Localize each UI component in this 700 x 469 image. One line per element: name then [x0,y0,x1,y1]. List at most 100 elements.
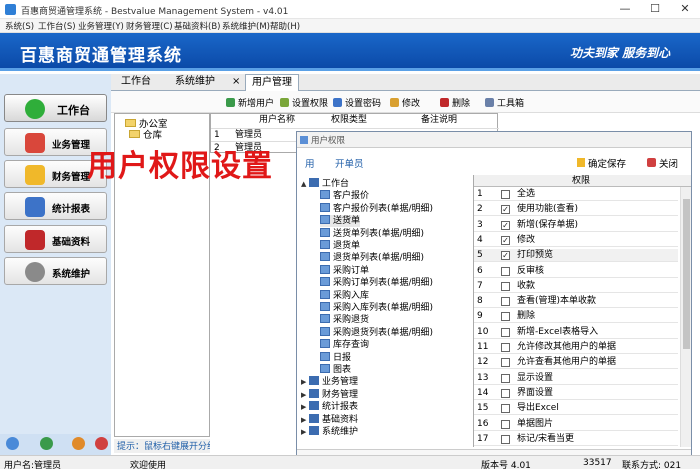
close-dialog-button[interactable]: 关闭 [647,156,678,170]
permission-row[interactable]: 9 删除 [474,310,678,324]
expand-icon[interactable]: ▶ [301,426,309,438]
expand-icon[interactable]: ▶ [301,414,309,426]
confirm-save-button[interactable]: 确定保存 [577,156,626,170]
permission-tree-node[interactable]: ▶ 统计报表 [301,401,358,413]
permission-row[interactable]: 15 导出Excel [474,402,678,416]
permission-checkbox[interactable] [501,388,510,398]
permission-checkbox[interactable] [501,327,510,337]
permission-checkbox[interactable] [501,312,510,322]
permission-tree-node[interactable]: 客户报价 [320,190,369,202]
permission-checkbox[interactable] [501,190,510,199]
menu-system[interactable]: 系统(S) [5,20,34,32]
permission-row[interactable]: 5 ✓ 打印预览 [474,249,678,263]
permission-row[interactable]: 4 ✓ 修改 [474,234,678,247]
permission-checkbox[interactable]: ✓ [501,251,510,261]
set-password-button[interactable]: 设置密码 [333,96,381,109]
permission-checkbox[interactable] [501,281,510,291]
expand-icon[interactable]: ▶ [301,401,309,413]
add-user-button[interactable]: 新增用户 [226,96,274,109]
nav-reports[interactable]: 统计报表 [4,192,107,220]
permission-tree-node[interactable]: 采购退货 [320,314,369,326]
col-header[interactable]: 备注说明 [421,114,457,127]
nav-basic-data[interactable]: 基础资料 [4,225,107,253]
permission-tree-node[interactable]: 退货单 [320,240,360,252]
home-icon[interactable] [6,437,19,450]
permission-tree-node[interactable]: 日报 [320,351,351,364]
col-header[interactable]: 用户名称 [259,114,295,127]
permission-tree-node[interactable]: 客户报价列表(单据/明细) [320,202,433,215]
scrollbar-thumb[interactable] [683,199,690,349]
permission-checkbox[interactable] [501,297,510,307]
tree-node-warehouse[interactable]: 仓库 [129,127,162,141]
permission-checkbox[interactable] [501,404,510,414]
col-header[interactable]: 权限类型 [331,114,367,127]
expand-icon[interactable]: ▶ [301,376,309,388]
permission-row[interactable]: 14 界面设置 [474,387,678,400]
permission-checkbox[interactable]: ✓ [501,220,510,230]
permission-row[interactable]: 7 收款 [474,280,678,293]
permission-tree-node[interactable]: 退货单列表(单据/明细) [320,252,424,264]
permission-row[interactable]: 11 允许修改其他用户的单据 [474,341,678,354]
permission-tree-node[interactable]: 采购订单 [320,264,369,277]
permission-checkbox[interactable] [501,266,510,276]
permission-tree-node[interactable]: 图表 [320,364,351,376]
permission-row[interactable]: 3 ✓ 新增(保存单据) [474,219,678,232]
menu-maintenance[interactable]: 系统维护(M) [222,20,270,32]
permission-checkbox[interactable]: ✓ [501,235,510,245]
permission-row[interactable]: 10 新增-Excel表格导入 [474,326,678,339]
menu-finance[interactable]: 财务管理(C) [126,20,173,32]
permission-tree-node[interactable]: 送货单列表(单据/明细) [320,227,424,240]
tab-workbench[interactable]: 工作台 [121,74,151,91]
permission-tree-node[interactable]: ▶ 业务管理 [301,376,358,388]
delete-button[interactable]: 删除 [440,96,470,109]
permission-row[interactable]: 1 全选 [474,188,678,201]
tab-maintenance[interactable]: 系统维护 [175,74,215,91]
permission-checkbox[interactable] [501,343,510,352]
permission-row[interactable]: 6 反审核 [474,265,678,278]
permission-tree-node[interactable]: 采购入库 [320,289,369,302]
permission-tree-node[interactable]: 送货单 [320,215,361,228]
permission-tree-node[interactable]: ▶ 基础资料 [301,413,358,426]
permission-row[interactable]: 8 查看(管理)本单收款 [474,295,678,309]
expand-icon[interactable]: ▶ [301,389,309,401]
permission-checkbox[interactable] [501,434,510,444]
permission-row[interactable]: 2 ✓ 使用功能(查看) [474,203,678,217]
menu-workbench[interactable]: 工作台(S) [38,20,76,32]
perm-col-header[interactable]: 权限 [572,175,590,187]
nav-maintenance[interactable]: 系统维护 [4,257,107,285]
set-permission-button[interactable]: 设置权限 [280,96,328,109]
toolbox-button[interactable]: 工具箱 [485,96,524,109]
permission-scrollbar[interactable] [680,187,691,447]
tab-user-management[interactable]: 用户管理 [245,74,299,92]
menu-basic-data[interactable]: 基础资料(B) [174,20,220,32]
tree-node-label: 统计报表 [322,402,359,413]
minimize-button[interactable]: — [610,0,640,19]
permission-row[interactable]: 17 标记/宋看当更 [474,433,678,446]
permission-checkbox[interactable]: ✓ [501,205,510,215]
tab-close-icon[interactable]: × [232,74,240,91]
permission-tree-node[interactable]: 库存查询 [320,339,369,351]
maximize-button[interactable]: ☐ [640,0,670,19]
collapse-icon[interactable]: ▲ [301,178,309,190]
permission-tree-node[interactable]: ▶ 系统维护 [301,426,358,438]
power-icon[interactable] [95,437,108,450]
help-icon[interactable] [40,437,53,450]
permission-tree-node[interactable]: 采购入库列表(单据/明细) [320,302,433,314]
permission-row[interactable]: 12 允许查看其他用户的单据 [474,356,678,370]
permission-row[interactable]: 13 显示设置 [474,372,678,385]
role-clerk-button[interactable]: 开单员 [335,156,364,170]
permission-checkbox[interactable] [501,419,510,429]
permission-checkbox[interactable] [501,373,510,383]
menu-help[interactable]: 帮助(H) [270,20,300,32]
permission-row[interactable]: 16 单据图片 [474,418,678,431]
permission-tree-node[interactable]: ▲ 工作台 [301,178,349,190]
permission-tree-node[interactable]: 采购退货列表(单据/明细) [320,326,433,339]
permission-checkbox[interactable] [501,358,510,368]
close-window-button[interactable]: ✕ [670,0,700,19]
menu-business[interactable]: 业务管理(Y) [78,20,124,32]
edit-button[interactable]: 修改 [390,96,420,109]
nav-workbench[interactable]: 工作台 [4,94,107,122]
permission-tree-node[interactable]: ▶ 财务管理 [301,388,358,401]
lock-icon[interactable] [72,437,85,450]
permission-tree-node[interactable]: 采购订单列表(单据/明细) [320,277,433,289]
